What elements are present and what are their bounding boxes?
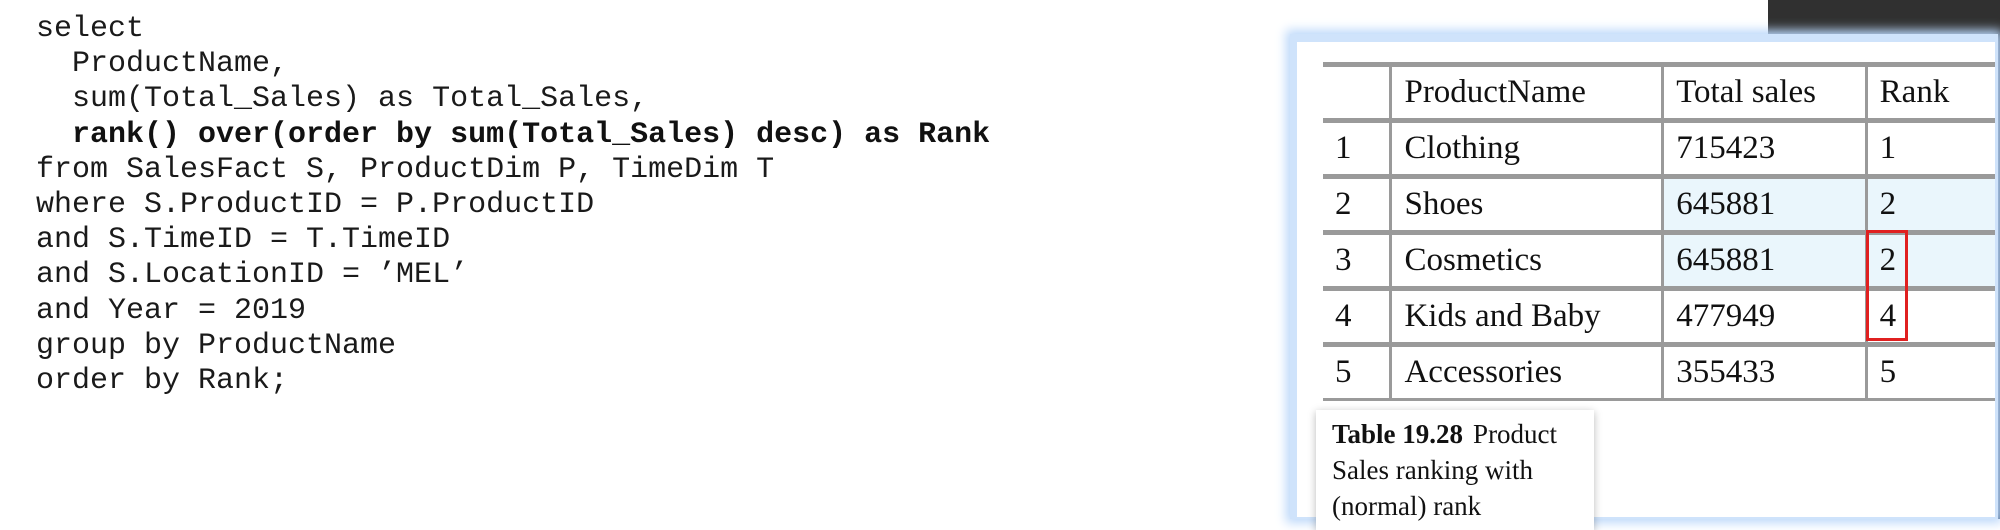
table-row: 1 Clothing 715423 1 [1323, 120, 1995, 177]
row-index: 2 [1323, 176, 1393, 233]
row-index: 5 [1323, 344, 1393, 400]
code-line: order by Rank; [36, 363, 289, 398]
header-rank: Rank [1864, 64, 1995, 121]
rank-cell: 2 [1864, 176, 1995, 233]
row-index: 1 [1323, 120, 1393, 177]
product-name-cell: Accessories [1389, 344, 1665, 400]
code-line: where S.ProductID = P.ProductID [36, 187, 595, 222]
header-product-name: ProductName [1389, 64, 1665, 121]
table-row: 5 Accessories 355433 5 [1323, 344, 1995, 400]
table-caption: Table 19.28 Product Sales ranking with (n… [1316, 410, 1594, 530]
product-name-cell: Cosmetics [1389, 232, 1665, 289]
sql-code-block: select ProductName, sum(Total_Sales) as … [36, 12, 990, 399]
result-table-panel: ProductName Total sales Rank 1 Clothing … [1297, 42, 1995, 530]
row-index: 4 [1323, 288, 1393, 345]
code-line: and Year = 2019 [36, 293, 307, 328]
code-line-rank-function: rank() over(order by sum(Total_Sales) de… [36, 117, 991, 152]
code-line: and S.LocationID = ’MEL’ [36, 258, 469, 293]
product-name-cell: Clothing [1389, 120, 1665, 177]
code-line: sum(Total_Sales) as Total_Sales, [36, 82, 649, 117]
header-total-sales: Total sales [1661, 64, 1868, 121]
rank-cell: 2 [1864, 232, 1995, 289]
header-index [1323, 64, 1393, 121]
total-sales-cell: 715423 [1661, 120, 1868, 177]
row-index: 3 [1323, 232, 1393, 289]
rank-cell: 5 [1864, 344, 1995, 400]
total-sales-cell: 645881 [1661, 176, 1868, 233]
table-row: 3 Cosmetics 645881 2 [1323, 232, 1995, 289]
code-line: ProductName, [36, 47, 289, 82]
table-row: 2 Shoes 645881 2 [1323, 176, 1995, 233]
code-line: and S.TimeID = T.TimeID [36, 223, 451, 258]
result-table: ProductName Total sales Rank 1 Clothing … [1323, 62, 1995, 401]
product-name-cell: Shoes [1389, 176, 1665, 233]
table-header-row: ProductName Total sales Rank [1323, 64, 1995, 121]
code-line: select [36, 12, 145, 46]
caption-label: Table 19.28 [1332, 419, 1464, 449]
rank-cell: 4 [1864, 288, 1995, 345]
table-row: 4 Kids and Baby 477949 4 [1323, 288, 1995, 345]
product-name-cell: Kids and Baby [1389, 288, 1665, 345]
code-line: group by ProductName [36, 328, 397, 363]
total-sales-cell: 477949 [1661, 288, 1868, 345]
total-sales-cell: 355433 [1661, 344, 1868, 400]
total-sales-cell: 645881 [1661, 232, 1868, 289]
code-line: from SalesFact S, ProductDim P, TimeDim … [36, 152, 775, 187]
rank-cell: 1 [1864, 120, 1995, 177]
